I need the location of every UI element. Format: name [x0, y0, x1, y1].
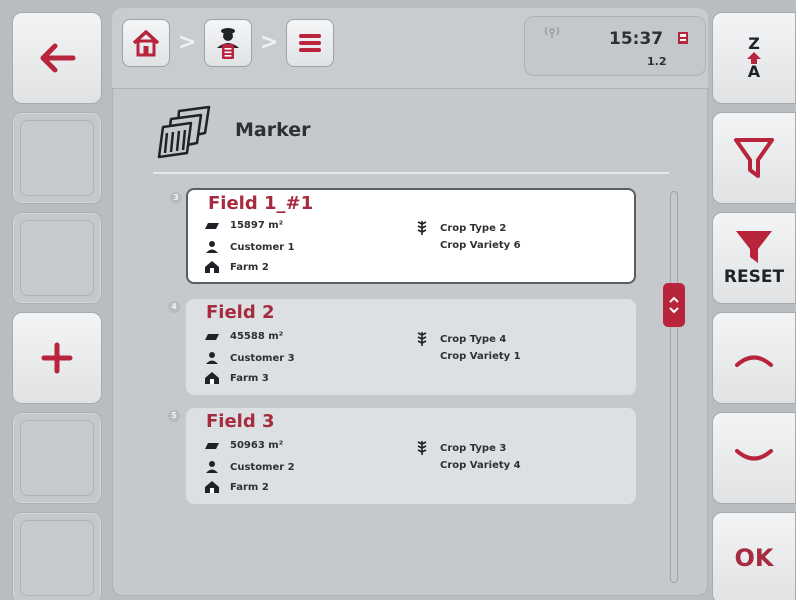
list-item-field[interactable]: 4 Field 2 45588 m² Customer 3 Farm 3 Cro… [168, 299, 636, 395]
field-area-row: 45588 m² [202, 331, 283, 342]
breadcrumb-separator: > [260, 30, 279, 55]
breadcrumb: > > 15:37 1.2 [112, 8, 708, 90]
back-button[interactable] [12, 12, 102, 104]
list-item-index: 4 [168, 301, 180, 313]
customer-icon [202, 351, 222, 365]
ok-label: OK [734, 544, 774, 572]
clock-time: 15:37 [609, 29, 664, 49]
crop-type-row: Crop Type 2 [412, 220, 506, 236]
field-area: 50963 m² [230, 440, 284, 451]
field-area: 45588 m² [230, 331, 284, 342]
crop-icon [412, 220, 432, 236]
crop-type-row: Crop Type 3 [412, 440, 506, 456]
field-farm: Farm 2 [230, 261, 269, 273]
customer-icon [202, 460, 222, 474]
empty-left-button-4 [12, 512, 102, 600]
scroll-up-button[interactable] [712, 312, 796, 404]
main-panel: Marker 3 Field 1_#1 15897 m² Customer 1 … [112, 88, 708, 596]
field-customer-row: Customer 3 [202, 351, 295, 365]
field-customer: Customer 3 [230, 352, 295, 364]
breadcrumb-separator: > [178, 30, 197, 55]
farm-icon [202, 371, 222, 385]
chevron-down-icon [735, 449, 773, 461]
crop-type: Crop Type 2 [440, 222, 507, 234]
area-icon [202, 442, 222, 450]
scrollbar-thumb[interactable] [663, 283, 685, 327]
field-name: Field 2 [206, 302, 275, 323]
crop-icon [412, 440, 432, 456]
list-menu-button[interactable] [286, 19, 334, 67]
scroll-handle-icon [669, 296, 679, 314]
crop-variety: Crop Variety 4 [440, 460, 521, 471]
field-area: 15897 m² [230, 220, 284, 231]
filter-button[interactable] [712, 112, 796, 204]
list-item-index: 5 [168, 410, 180, 422]
home-button[interactable] [122, 19, 170, 67]
crop-variety-row: Crop Variety 4 [440, 460, 521, 471]
field-farm: Farm 3 [230, 372, 269, 384]
sort-z-a-icon: Z A [747, 34, 761, 81]
scroll-down-button[interactable] [712, 412, 796, 504]
page-title: Marker [235, 119, 311, 141]
farm-icon [202, 260, 222, 274]
crop-icon [412, 331, 432, 347]
arrow-left-icon [40, 43, 76, 73]
empty-left-button-2 [12, 212, 102, 304]
plus-icon [41, 342, 73, 374]
storage-icon [678, 32, 688, 44]
signal-icon [544, 26, 560, 38]
scrollbar-track[interactable] [670, 191, 678, 583]
list-item-field[interactable]: 5 Field 3 50963 m² Customer 2 Farm 2 Cro… [168, 408, 636, 504]
field-customer-row: Customer 1 [202, 240, 295, 254]
filter-funnel-outline-icon [734, 138, 774, 178]
chevron-up-icon [735, 355, 773, 367]
area-icon [202, 222, 222, 230]
field-data-button[interactable] [204, 19, 252, 67]
crop-type-row: Crop Type 4 [412, 331, 506, 347]
field-farm-row: Farm 2 [202, 260, 269, 274]
hamburger-menu-icon [299, 34, 321, 52]
crop-type: Crop Type 4 [440, 333, 507, 345]
add-button[interactable] [12, 312, 102, 404]
field-area-row: 15897 m² [202, 220, 283, 231]
field-farm-row: Farm 2 [202, 480, 269, 494]
field-customer-row: Customer 2 [202, 460, 295, 474]
field-area-row: 50963 m² [202, 440, 283, 451]
version-label: 1.2 [647, 55, 667, 68]
farm-icon [202, 480, 222, 494]
empty-left-button-1 [12, 112, 102, 204]
crop-variety-row: Crop Variety 1 [440, 351, 521, 362]
field-farm-row: Farm 3 [202, 371, 269, 385]
ok-button[interactable]: OK [712, 512, 796, 600]
field-name: Field 1_#1 [208, 193, 314, 214]
field-stack-icon [157, 105, 211, 159]
list-item-field[interactable]: 3 Field 1_#1 15897 m² Customer 1 Farm 2 … [170, 188, 636, 284]
crop-type: Crop Type 3 [440, 442, 507, 454]
list-item-index: 3 [170, 192, 182, 204]
field-farm: Farm 2 [230, 481, 269, 493]
field-name: Field 3 [206, 411, 275, 432]
area-icon [202, 333, 222, 341]
customer-icon [202, 240, 222, 254]
sort-button[interactable]: Z A [712, 12, 796, 104]
person-clipboard-icon [217, 28, 239, 59]
status-panel: 15:37 1.2 [524, 16, 706, 76]
empty-left-button-3 [12, 412, 102, 504]
field-customer: Customer 1 [230, 241, 295, 253]
divider [153, 172, 669, 174]
crop-variety: Crop Variety 6 [440, 240, 521, 251]
home-icon [132, 30, 160, 57]
crop-variety: Crop Variety 1 [440, 351, 521, 362]
reset-label: RESET [723, 267, 785, 287]
crop-variety-row: Crop Variety 6 [440, 240, 521, 251]
filter-funnel-filled-icon [736, 231, 772, 263]
field-customer: Customer 2 [230, 461, 295, 473]
filter-reset-button[interactable]: RESET [712, 212, 796, 304]
